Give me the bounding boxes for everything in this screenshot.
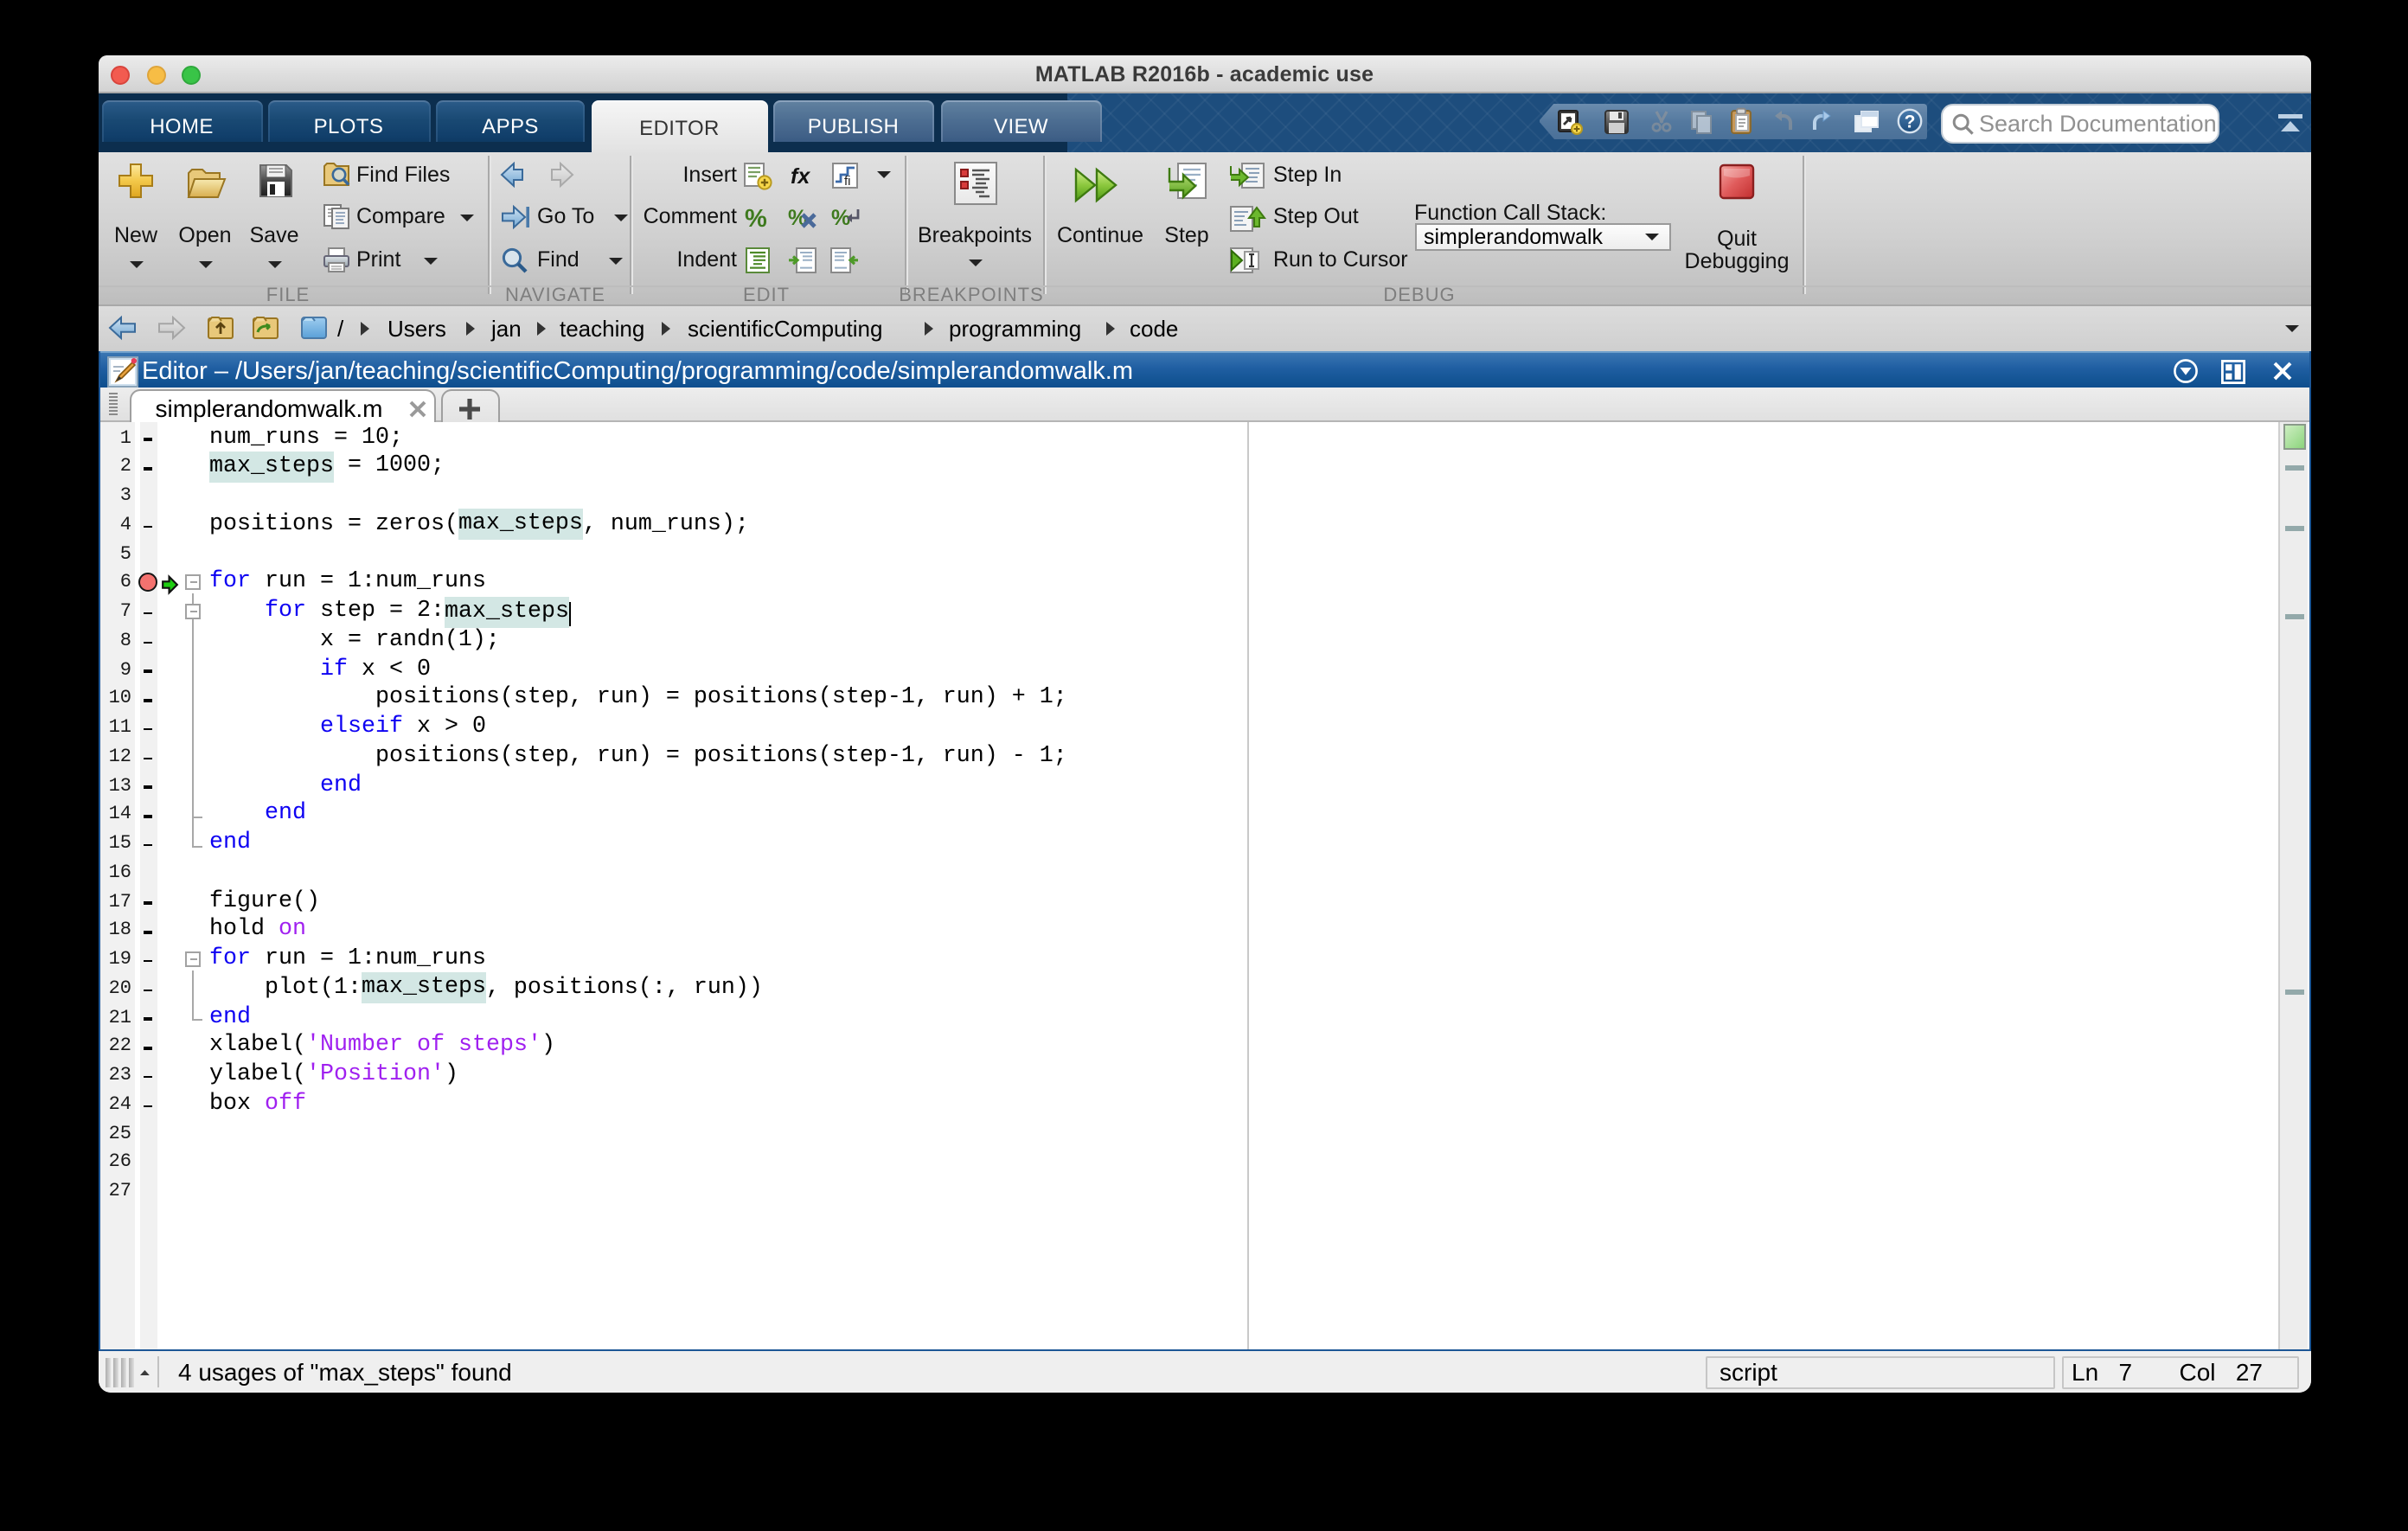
svg-text:?: ? [1904,112,1915,131]
svg-text:fx: fx [791,163,810,188]
svg-text:fi: fi [844,173,851,188]
svg-text:%: % [745,204,767,229]
